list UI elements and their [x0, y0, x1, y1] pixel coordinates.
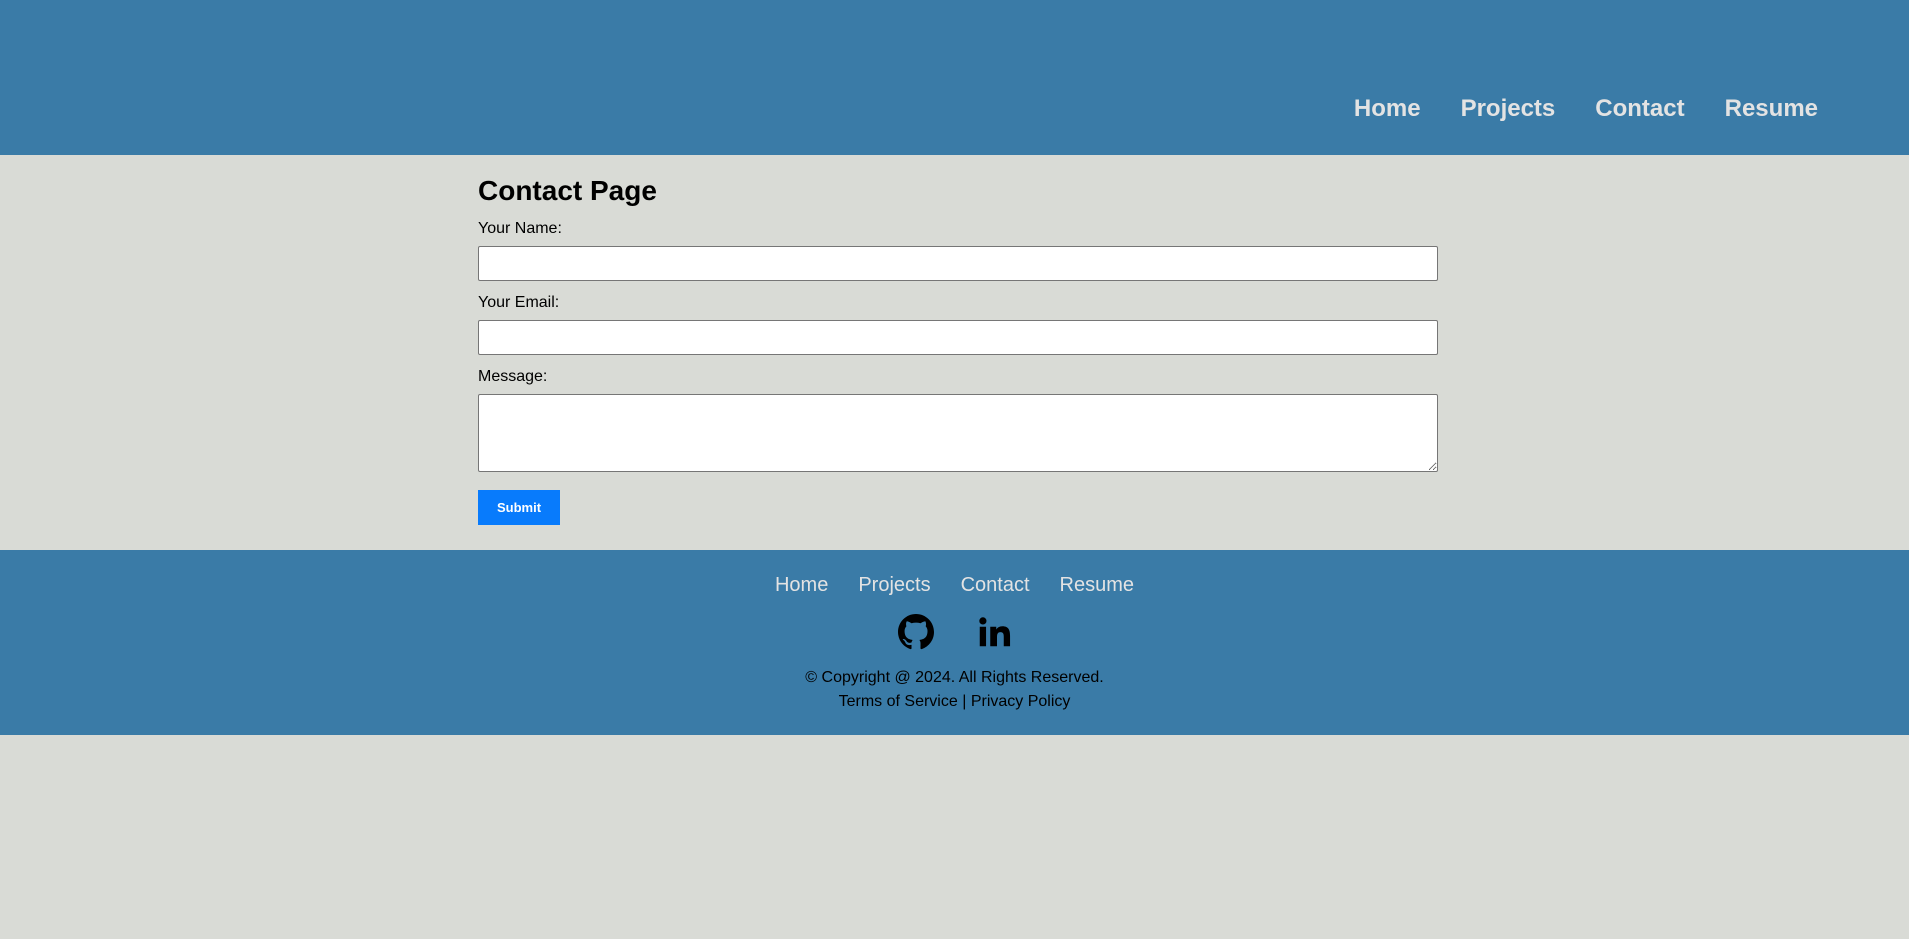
- email-input[interactable]: [478, 320, 1438, 355]
- social-links: [0, 614, 1909, 650]
- github-icon[interactable]: [897, 614, 934, 650]
- message-label: Message:: [478, 368, 548, 385]
- nav-contact-link[interactable]: Contact: [1595, 92, 1684, 126]
- site-footer: Home Projects Contact Resume © Copyright…: [0, 550, 1909, 735]
- footer-nav-contact-link[interactable]: Contact: [961, 572, 1030, 598]
- submit-button[interactable]: Submit: [478, 490, 560, 525]
- legal-separator: |: [962, 693, 967, 710]
- footer-nav: Home Projects Contact Resume: [0, 572, 1909, 598]
- name-input[interactable]: [478, 246, 1438, 281]
- name-label: Your Name:: [478, 220, 562, 237]
- contact-form: Your Name: Your Email: Message: Submit: [478, 220, 1438, 525]
- privacy-link[interactable]: Privacy Policy: [971, 693, 1071, 710]
- footer-nav-resume-link[interactable]: Resume: [1060, 572, 1134, 598]
- site-header: Home Projects Contact Resume: [0, 0, 1909, 155]
- footer-nav-projects-link[interactable]: Projects: [858, 572, 930, 598]
- top-nav: Home Projects Contact Resume: [1354, 92, 1818, 126]
- linkedin-icon[interactable]: [976, 614, 1012, 650]
- nav-home-link[interactable]: Home: [1354, 92, 1421, 126]
- nav-resume-link[interactable]: Resume: [1725, 92, 1818, 126]
- main-content: Contact Page Your Name: Your Email: Mess…: [478, 155, 1438, 525]
- copyright-text: © Copyright @ 2024. All Rights Reserved.: [805, 669, 1104, 686]
- email-label: Your Email:: [478, 294, 560, 311]
- nav-projects-link[interactable]: Projects: [1461, 92, 1556, 126]
- page-title: Contact Page: [478, 175, 657, 206]
- footer-nav-home-link[interactable]: Home: [775, 572, 828, 598]
- message-textarea[interactable]: [478, 394, 1438, 472]
- terms-link[interactable]: Terms of Service: [839, 693, 958, 710]
- legal-links: Terms of Service | Privacy Policy: [0, 692, 1909, 712]
